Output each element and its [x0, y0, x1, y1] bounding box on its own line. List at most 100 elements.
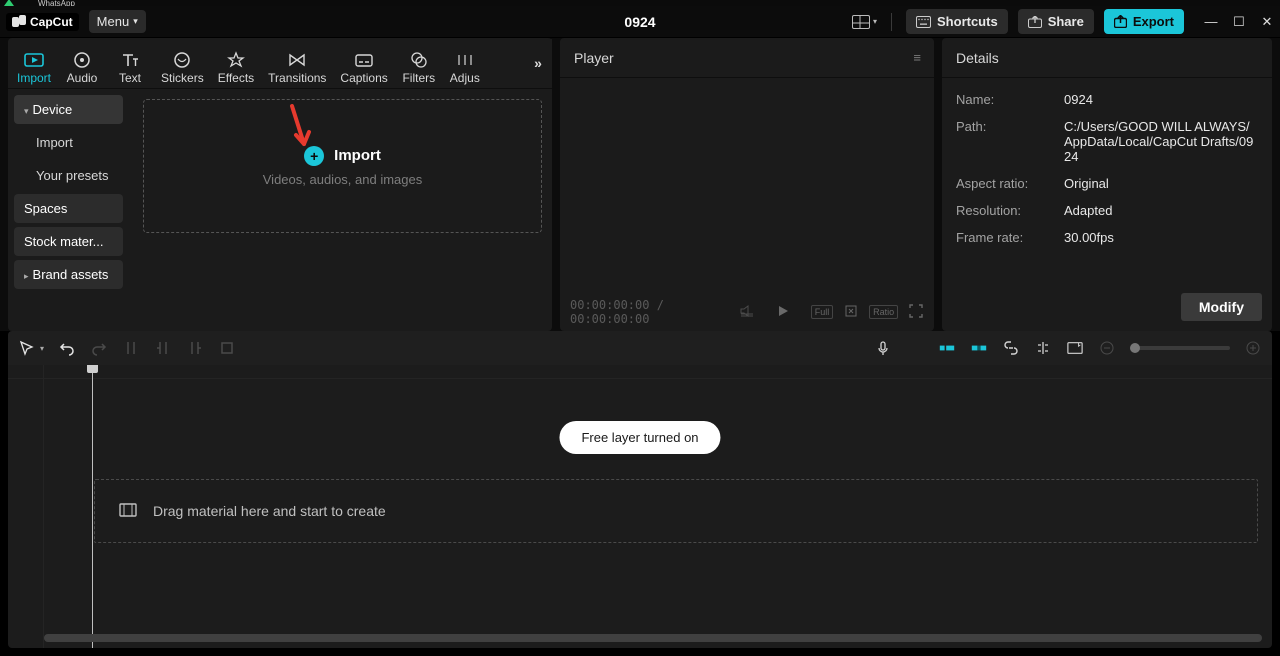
window-close-button[interactable]: ✕	[1260, 14, 1274, 30]
split-button[interactable]	[122, 339, 140, 357]
volume-icon[interactable]	[739, 305, 755, 320]
linkage-icon[interactable]	[1002, 339, 1020, 357]
tab-label: Text	[119, 71, 141, 85]
preview-quality-icon[interactable]	[843, 304, 859, 321]
chevron-down-icon: ▾	[133, 16, 138, 27]
zoom-slider[interactable]	[1130, 346, 1230, 350]
media-tab-bar: Import Audio Text Stickers Effects Trans…	[8, 38, 552, 89]
chevron-down-icon[interactable]: ▾	[40, 344, 44, 353]
media-panel: Import Audio Text Stickers Effects Trans…	[8, 38, 552, 331]
captions-icon	[354, 51, 374, 69]
player-viewport[interactable]	[560, 78, 934, 293]
subnav-label: Device	[33, 102, 73, 117]
crop-button[interactable]	[218, 339, 236, 357]
background-taskbar-fragment: WhatsApp	[0, 0, 1280, 6]
tab-transitions[interactable]: Transitions	[261, 47, 333, 88]
shortcuts-button[interactable]: Shortcuts	[906, 9, 1008, 34]
cover-button[interactable]	[1066, 339, 1084, 357]
voiceover-button[interactable]	[874, 339, 892, 357]
stickers-icon	[172, 51, 192, 69]
detail-framerate-value: 30.00fps	[1064, 230, 1258, 245]
fullscreen-icon[interactable]	[908, 304, 924, 321]
timeline-drop-lane[interactable]: Drag material here and start to create	[94, 479, 1258, 543]
import-hint: Videos, audios, and images	[263, 172, 422, 187]
layout-icon	[852, 15, 870, 29]
playhead-time: 00:00:00:00 / 00:00:00:00	[570, 298, 729, 326]
tab-stickers[interactable]: Stickers	[154, 47, 211, 88]
panel-menu-icon[interactable]: ≡	[913, 50, 920, 65]
undo-button[interactable]	[58, 339, 76, 357]
audio-icon	[72, 51, 92, 69]
app-logo[interactable]: CapCut	[6, 13, 79, 31]
main-track-magnet-icon[interactable]	[938, 339, 956, 357]
media-subnav: Device Import Your presets Spaces Stock …	[8, 89, 129, 331]
subnav-stock[interactable]: Stock mater...	[14, 227, 123, 256]
export-icon	[1114, 15, 1127, 28]
modify-label: Modify	[1199, 299, 1244, 315]
share-label: Share	[1048, 14, 1084, 29]
subnav-import[interactable]: Import	[14, 128, 123, 157]
subnav-brand[interactable]: Brand assets	[14, 260, 123, 289]
tabs-scroll-right[interactable]: »	[524, 39, 552, 87]
tab-import[interactable]: Import	[10, 47, 58, 88]
selection-tool-icon[interactable]	[18, 339, 36, 357]
zoom-out-icon[interactable]	[1098, 339, 1116, 357]
titlebar: CapCut Menu ▾ 0924 ▾ Shortcuts Share Exp…	[0, 6, 1280, 38]
subnav-label: Stock mater...	[24, 234, 103, 249]
scrollbar-thumb[interactable]	[44, 634, 1262, 642]
tab-adjustment[interactable]: Adjus	[443, 47, 487, 88]
detail-resolution-value: Adapted	[1064, 203, 1258, 218]
tab-label: Stickers	[161, 71, 204, 85]
play-button[interactable]	[775, 305, 791, 320]
capcut-logo-icon	[12, 15, 26, 29]
separator	[891, 13, 892, 31]
import-icon	[24, 51, 44, 69]
keyboard-icon	[916, 16, 931, 28]
detail-path-value: C:/Users/GOOD WILL ALWAYS/AppData/Local/…	[1064, 119, 1258, 164]
redo-button[interactable]	[90, 339, 108, 357]
auto-snap-icon[interactable]	[970, 339, 988, 357]
menu-button[interactable]: Menu ▾	[89, 10, 146, 33]
tab-filters[interactable]: Filters	[395, 47, 443, 88]
timeline-playhead[interactable]	[92, 365, 93, 648]
timeline-panel[interactable]: Free layer turned on Drag material here …	[8, 365, 1272, 648]
detail-aspect-label: Aspect ratio:	[956, 176, 1064, 191]
subnav-spaces[interactable]: Spaces	[14, 194, 123, 223]
tab-text[interactable]: Text	[106, 47, 154, 88]
zoom-in-icon[interactable]	[1244, 339, 1262, 357]
timeline-ruler[interactable]	[8, 365, 1272, 379]
detail-path-label: Path:	[956, 119, 1064, 164]
modify-button[interactable]: Modify	[1181, 293, 1262, 321]
timeline-horizontal-scrollbar[interactable]	[44, 634, 1262, 642]
timeline-toolbar: ▾	[8, 331, 1272, 365]
share-button[interactable]: Share	[1018, 9, 1094, 34]
detail-name-value: 0924	[1064, 92, 1258, 107]
subnav-label: Import	[36, 135, 73, 150]
full-toggle[interactable]: Full	[811, 305, 834, 319]
layout-selector[interactable]: ▾	[852, 15, 877, 29]
tab-effects[interactable]: Effects	[211, 47, 261, 88]
detail-framerate-label: Frame rate:	[956, 230, 1064, 245]
details-title: Details	[956, 50, 999, 66]
window-minimize-button[interactable]: —	[1204, 14, 1218, 30]
preview-axis-icon[interactable]	[1034, 339, 1052, 357]
export-button[interactable]: Export	[1104, 9, 1184, 34]
delete-right-button[interactable]	[186, 339, 204, 357]
details-panel: Details Name:0924 Path:C:/Users/GOOD WIL…	[942, 38, 1272, 331]
window-maximize-button[interactable]: ☐	[1232, 14, 1246, 30]
toast-free-layer: Free layer turned on	[559, 421, 720, 454]
delete-left-button[interactable]	[154, 339, 172, 357]
tab-audio[interactable]: Audio	[58, 47, 106, 88]
effects-icon	[226, 51, 246, 69]
tab-label: Transitions	[268, 71, 326, 85]
tab-label: Captions	[340, 71, 387, 85]
tab-label: Effects	[218, 71, 254, 85]
share-icon	[1028, 16, 1042, 28]
tab-captions[interactable]: Captions	[333, 47, 394, 88]
subnav-presets[interactable]: Your presets	[14, 161, 123, 190]
subnav-device[interactable]: Device	[14, 95, 123, 124]
import-dropzone[interactable]: + Import Videos, audios, and images	[143, 99, 542, 233]
tab-label: Audio	[67, 71, 98, 85]
ratio-toggle[interactable]: Ratio	[869, 305, 898, 319]
zoom-thumb[interactable]	[1130, 343, 1140, 353]
